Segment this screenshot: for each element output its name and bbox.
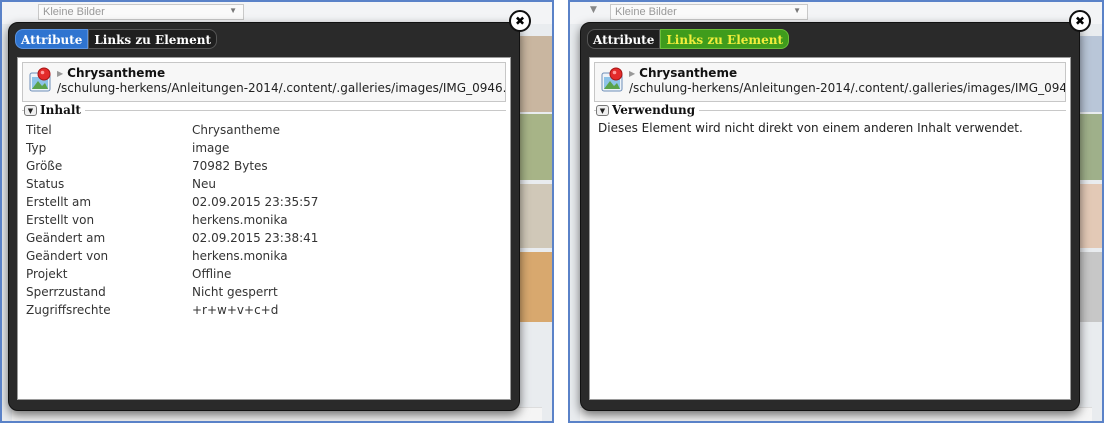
attribute-key: Typ xyxy=(26,141,47,155)
image-resource-icon xyxy=(601,67,623,92)
image-resource-icon xyxy=(29,67,51,92)
attribute-key: Projekt xyxy=(26,267,68,281)
table-row: Geändert am 02.09.2015 23:38:41 xyxy=(22,229,506,247)
background-select[interactable]: Kleine Bilder ▼ xyxy=(38,4,244,20)
dialog-tabs: Attribute Links zu Element xyxy=(15,29,217,49)
table-row: Geändert von herkens.monika xyxy=(22,247,506,265)
tab-links-zu-element[interactable]: Links zu Element xyxy=(88,29,217,49)
chevron-down-icon: ▼ xyxy=(229,6,237,15)
chevron-down-icon: ▼ xyxy=(590,5,597,15)
chevron-down-icon: ▼ xyxy=(793,6,801,15)
triangle-right-icon[interactable]: ▶ xyxy=(57,69,63,78)
resource-title-row: ▶ Chrysantheme xyxy=(629,66,1065,80)
table-row: Projekt Offline xyxy=(22,265,506,283)
attribute-key: Titel xyxy=(26,123,52,137)
table-row: Status Neu xyxy=(22,175,506,193)
close-icon[interactable]: ✖ xyxy=(1069,10,1091,32)
resource-title: Chrysantheme xyxy=(67,66,166,80)
resource-title: Chrysantheme xyxy=(639,66,738,80)
element-info-dialog: ✖ Attribute Links zu Element ▶ Chrysanthe… xyxy=(580,10,1091,411)
table-row: Sperrzustand Nicht gesperrt xyxy=(22,283,506,301)
attribute-key: Zugriffsrechte xyxy=(26,303,111,317)
screenshot-links-view: ▼ Kleine Bilder ▼ ✖ Attribute Links zu E… xyxy=(568,0,1104,423)
attribute-value: Nicht gesperrt xyxy=(192,285,278,299)
resource-title-row: ▶ Chrysantheme xyxy=(57,66,505,80)
background-select-value: Kleine Bilder xyxy=(43,6,105,18)
section-legend: ▼ Inhalt xyxy=(24,103,85,117)
status-value: Neu xyxy=(192,177,216,191)
table-row: Titel Chrysantheme xyxy=(22,121,506,139)
attribute-key: Erstellt am xyxy=(26,195,92,209)
dialog-content: ▶ Chrysantheme /schulung-herkens/Anleitun… xyxy=(17,57,511,400)
attributes-table: Titel Chrysantheme Typ image Größe 70982 By… xyxy=(22,121,506,319)
chevron-down-icon[interactable]: ▼ xyxy=(24,104,37,116)
resource-path: /schulung-herkens/Anleitungen-2014/.cont… xyxy=(629,81,1066,95)
screenshot-attribute-view: Kleine Bilder ▼ ✖ Attribute Links zu Ele… xyxy=(0,0,554,423)
attribute-value: 02.09.2015 23:35:57 xyxy=(192,195,319,209)
attribute-value: 70982 Bytes xyxy=(192,159,268,173)
background-toolbar: ▼ Kleine Bilder ▼ xyxy=(570,2,1102,24)
element-info-dialog: ✖ Attribute Links zu Element ▶ Chrysanthe… xyxy=(8,10,531,411)
attribute-value: Offline xyxy=(192,267,232,281)
table-row: Größe 70982 Bytes xyxy=(22,157,506,175)
resource-header: ▶ Chrysantheme /schulung-herkens/Anleitun… xyxy=(594,62,1066,102)
attribute-key: Sperrzustand xyxy=(26,285,106,299)
background-select[interactable]: Kleine Bilder ▼ xyxy=(610,4,808,20)
dialog-tabs: Attribute Links zu Element xyxy=(587,29,789,49)
background-select-value: Kleine Bilder xyxy=(615,6,677,18)
tab-attribute[interactable]: Attribute xyxy=(15,29,89,49)
attribute-value: Chrysantheme xyxy=(192,123,280,137)
table-row: Zugriffsrechte +r+w+v+c+d xyxy=(22,301,506,319)
background-toolbar: Kleine Bilder ▼ xyxy=(2,2,552,24)
resource-header: ▶ Chrysantheme /schulung-herkens/Anleitun… xyxy=(22,62,506,102)
close-icon[interactable]: ✖ xyxy=(509,10,531,32)
table-row: Erstellt am 02.09.2015 23:35:57 xyxy=(22,193,506,211)
attribute-value: image xyxy=(192,141,230,155)
section-title: Inhalt xyxy=(40,103,81,117)
chevron-down-icon[interactable]: ▼ xyxy=(596,104,609,116)
tab-links-zu-element[interactable]: Links zu Element xyxy=(660,29,789,49)
resource-path: /schulung-herkens/Anleitungen-2014/.cont… xyxy=(57,81,506,95)
section-legend: ▼ Verwendung xyxy=(596,103,700,117)
attribute-key: Erstellt von xyxy=(26,213,95,227)
attribute-value: herkens.monika xyxy=(192,213,288,227)
section-inhalt: ▼ Inhalt Titel Chrysantheme Typ image Größ… xyxy=(22,103,506,319)
triangle-right-icon[interactable]: ▶ xyxy=(629,69,635,78)
attribute-key: Geändert am xyxy=(26,231,106,245)
attribute-key: Status xyxy=(26,177,65,191)
section-title: Verwendung xyxy=(612,103,696,117)
attribute-value: 02.09.2015 23:38:41 xyxy=(192,231,319,245)
attribute-value: herkens.monika xyxy=(192,249,288,263)
attribute-key: Geändert von xyxy=(26,249,109,263)
tab-attribute[interactable]: Attribute xyxy=(587,29,661,49)
attribute-key: Größe xyxy=(26,159,63,173)
table-row: Typ image xyxy=(22,139,506,157)
section-verwendung: ▼ Verwendung Dieses Element wird nicht d… xyxy=(594,103,1066,137)
attribute-value: +r+w+v+c+d xyxy=(192,303,279,317)
usage-message: Dieses Element wird nicht direkt von ein… xyxy=(598,121,1023,135)
dialog-content: ▶ Chrysantheme /schulung-herkens/Anleitun… xyxy=(589,57,1071,400)
table-row: Erstellt von herkens.monika xyxy=(22,211,506,229)
